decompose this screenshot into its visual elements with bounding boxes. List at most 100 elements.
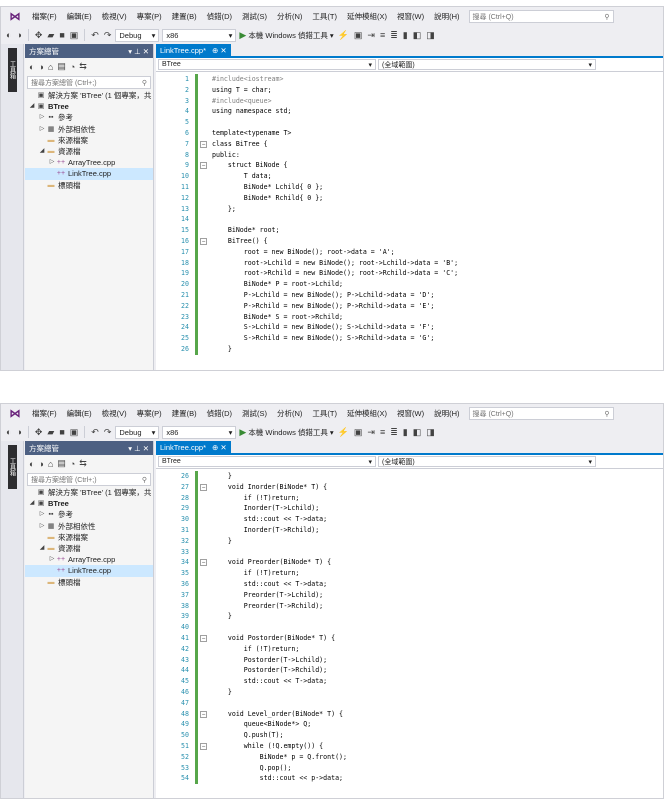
- redo-icon[interactable]: ↷: [103, 29, 113, 41]
- project-select[interactable]: BTree ▾: [158, 456, 376, 467]
- tree-item[interactable]: ▷ ▪▪ 參考: [25, 112, 153, 123]
- code-line[interactable]: 19 root->Rchild = new BiNode(); root->Rc…: [156, 268, 663, 280]
- open-folder-icon[interactable]: ▰: [46, 426, 55, 438]
- code-line[interactable]: 9 − struct BiNode {: [156, 160, 663, 172]
- tree-item[interactable]: ▷ ++ ArrayTree.cpp: [25, 554, 153, 565]
- menu-help[interactable]: 說明(H): [429, 408, 464, 419]
- collapse-icon[interactable]: −: [200, 742, 207, 750]
- tree-item[interactable]: ▬ 標頭檔: [25, 577, 153, 588]
- tree-item[interactable]: ▷ ▦ 外部相依性: [25, 521, 153, 532]
- collapse-icon[interactable]: −: [200, 559, 207, 567]
- run-debugger-button[interactable]: ▶ 本機 Windows 偵錯工具 ▾: [239, 30, 333, 41]
- menu-test[interactable]: 測試(S): [237, 11, 272, 22]
- code-line[interactable]: 18 root->Lchild = new BiNode(); root->Lc…: [156, 257, 663, 269]
- collapse-icon[interactable]: −: [200, 140, 207, 148]
- code-line[interactable]: 16 − BiTree() {: [156, 235, 663, 247]
- code-line[interactable]: 12 BiNode* Rchild{ 0 };: [156, 192, 663, 204]
- code-line[interactable]: 11 BiNode* Lchild{ 0 };: [156, 181, 663, 193]
- project-select[interactable]: BTree ▾: [158, 59, 376, 70]
- tree-item[interactable]: ▷ ++ ArrayTree.cpp: [25, 157, 153, 168]
- step-icon[interactable]: ⇥: [366, 29, 376, 41]
- code-line[interactable]: 3 #include<queue>: [156, 95, 663, 107]
- expand-arrow-icon[interactable]: ▷: [38, 112, 46, 123]
- code-line[interactable]: 30 std::cout << T->data;: [156, 514, 663, 525]
- save-icon[interactable]: ■: [58, 426, 65, 438]
- collapse-icon[interactable]: −: [200, 162, 207, 170]
- menu-file[interactable]: 檔案(F): [27, 408, 62, 419]
- menu-build[interactable]: 建置(B): [167, 408, 202, 419]
- scope-select[interactable]: (全域範圍) ▾: [378, 456, 596, 467]
- code-line[interactable]: 21 P->Lchild = new BiNode(); P->Lchild->…: [156, 289, 663, 301]
- collapse-icon[interactable]: −: [200, 634, 207, 642]
- bookmark-prev-icon[interactable]: ◧: [412, 426, 423, 438]
- uncomment-icon[interactable]: ≣: [389, 29, 399, 41]
- expand-arrow-icon[interactable]: ◢: [38, 146, 46, 157]
- menu-debug[interactable]: 偵錯(D): [202, 408, 237, 419]
- collapse-icon[interactable]: −: [200, 237, 207, 245]
- menu-file[interactable]: 檔案(F): [27, 11, 62, 22]
- pending-changes-icon[interactable]: ◔: [70, 62, 75, 72]
- code-line[interactable]: 4 using namespace std;: [156, 106, 663, 118]
- code-line[interactable]: 33: [156, 546, 663, 558]
- code-line[interactable]: 34 − void Preorder(BiNode* T) {: [156, 557, 663, 569]
- new-project-icon[interactable]: ✥: [34, 426, 44, 438]
- bookmark-prev-icon[interactable]: ◧: [412, 29, 423, 41]
- search-input[interactable]: 搜尋 (Ctrl+Q) ⚲: [468, 10, 614, 23]
- tree-item[interactable]: ◢ ▣ BTree: [25, 101, 153, 112]
- expand-arrow-icon[interactable]: ▷: [38, 124, 46, 135]
- code-line[interactable]: 41 − void Postorder(BiNode* T) {: [156, 632, 663, 644]
- visual-studio-logo-icon[interactable]: ⋈: [7, 10, 23, 24]
- menu-window[interactable]: 視窗(W): [392, 408, 429, 419]
- tree-item[interactable]: ++ LinkTree.cpp: [25, 168, 153, 180]
- save-all-icon[interactable]: ▣: [69, 29, 80, 41]
- bookmark-icon[interactable]: ▮: [402, 29, 409, 41]
- code-line[interactable]: 45 std::cout << T->data;: [156, 676, 663, 687]
- forward-icon[interactable]: ◑: [38, 459, 43, 469]
- tree-item[interactable]: ◢ ▬ 資源檔: [25, 146, 153, 157]
- home-icon[interactable]: ⌂: [48, 62, 53, 72]
- explorer-search-input[interactable]: 搜尋方案總管 (Ctrl+;) ⚲: [27, 473, 151, 486]
- menu-analyze[interactable]: 分析(N): [272, 408, 307, 419]
- back-icon[interactable]: ◐: [5, 29, 12, 41]
- menu-project[interactable]: 專案(P): [132, 11, 167, 22]
- code-line[interactable]: 17 root = new BiNode(); root->data = 'A'…: [156, 246, 663, 258]
- explorer-search-input[interactable]: 搜尋方案總管 (Ctrl+;) ⚲: [27, 76, 151, 89]
- save-icon[interactable]: ■: [58, 29, 65, 41]
- tree-item[interactable]: ▷ ▪▪ 參考: [25, 509, 153, 520]
- code-line[interactable]: 47: [156, 697, 663, 709]
- tree-item[interactable]: ◢ ▬ 資源檔: [25, 543, 153, 554]
- menu-debug[interactable]: 偵錯(D): [202, 11, 237, 22]
- pending-changes-icon[interactable]: ◔: [70, 459, 75, 469]
- switch-views-icon[interactable]: ▤: [57, 458, 66, 469]
- code-line[interactable]: 1 #include<iostream>: [156, 74, 663, 85]
- forward-icon[interactable]: ◑: [38, 62, 43, 72]
- tab-close-icon[interactable]: ⊕ ✕: [212, 443, 227, 452]
- menu-project[interactable]: 專案(P): [132, 408, 167, 419]
- expand-arrow-icon[interactable]: ▷: [38, 509, 46, 520]
- code-text-area[interactable]: 26 } 27− void Inorder(BiNode* T) {28 if (…: [156, 471, 663, 798]
- menu-edit[interactable]: 編輯(E): [62, 11, 97, 22]
- code-line[interactable]: 43 Postorder(T->Lchild);: [156, 654, 663, 666]
- menu-help[interactable]: 說明(H): [429, 11, 464, 22]
- code-line[interactable]: 23 BiNode* S = root->Rchild;: [156, 311, 663, 323]
- bookmark-next-icon[interactable]: ◨: [425, 426, 436, 438]
- menu-analyze[interactable]: 分析(N): [272, 11, 307, 22]
- code-line[interactable]: 35 if (!T)return;: [156, 568, 663, 579]
- redo-icon[interactable]: ↷: [103, 426, 113, 438]
- expand-arrow-icon[interactable]: ▷: [38, 521, 46, 532]
- code-line[interactable]: 20 BiNode* P = root->Lchild;: [156, 279, 663, 290]
- sync-icon[interactable]: ⇆: [79, 61, 87, 72]
- search-input[interactable]: 搜尋 (Ctrl+Q) ⚲: [468, 407, 614, 420]
- code-line[interactable]: 51 − while (!Q.empty()) {: [156, 740, 663, 752]
- hot-reload-icon[interactable]: ⚡: [337, 426, 350, 438]
- code-text-area[interactable]: 1 #include<iostream> 2 using T = char; 3 #inc…: [156, 74, 663, 370]
- code-line[interactable]: 25 S->Rchild = new BiNode(); S->Rchild->…: [156, 333, 663, 344]
- hot-reload-icon[interactable]: ⚡: [337, 29, 350, 41]
- diagnostics-icon[interactable]: ▣: [353, 29, 364, 41]
- code-line[interactable]: 46 }: [156, 686, 663, 698]
- code-line[interactable]: 36 std::cout << T->data;: [156, 578, 663, 590]
- code-line[interactable]: 38 Preorder(T->Rchild);: [156, 600, 663, 612]
- code-line[interactable]: 53 Q.pop();: [156, 762, 663, 774]
- tree-item[interactable]: ▬ 來源檔案: [25, 135, 153, 146]
- code-line[interactable]: 42 if (!T)return;: [156, 643, 663, 655]
